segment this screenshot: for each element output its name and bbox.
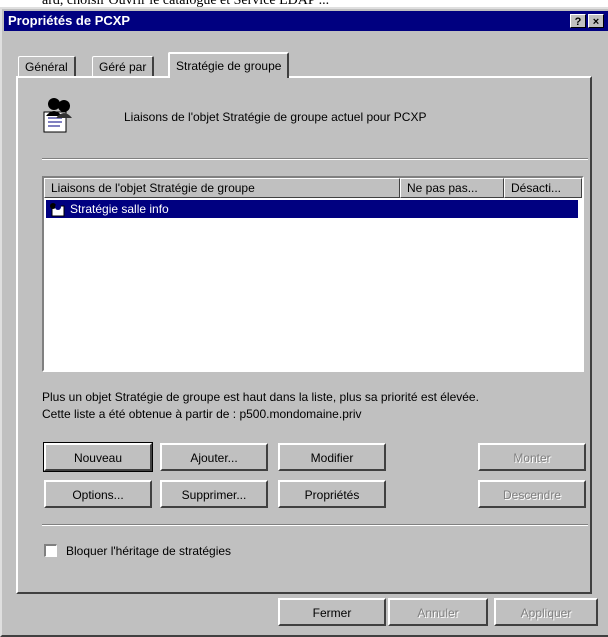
options-button-label: Options... xyxy=(72,488,124,502)
add-button[interactable]: Ajouter... xyxy=(160,443,268,471)
tab-general[interactable]: Général xyxy=(18,56,76,78)
separator-bottom xyxy=(42,524,588,526)
delete-button[interactable]: Supprimer... xyxy=(160,480,268,508)
tab-group-policy-label: Stratégie de groupe xyxy=(176,59,282,73)
move-down-button-label: Descendre xyxy=(502,488,562,502)
column-header-no-override[interactable]: Ne pas pas... xyxy=(400,178,504,198)
move-up-button-label: Monter xyxy=(513,451,551,465)
new-button-label: Nouveau xyxy=(73,451,123,465)
close-window-button[interactable]: × xyxy=(588,14,604,28)
list-item[interactable]: Stratégie salle info xyxy=(46,200,578,218)
cancel-button[interactable]: Annuler xyxy=(388,598,488,626)
move-down-button[interactable]: Descendre xyxy=(478,480,586,508)
edit-button-label: Modifier xyxy=(310,451,354,465)
tab-general-label: Général xyxy=(25,60,68,74)
gpo-link-icon xyxy=(50,203,65,217)
cancel-button-label: Annuler xyxy=(417,606,459,620)
tab-group-policy[interactable]: Stratégie de groupe xyxy=(168,52,290,78)
window-title: Propriétés de PCXP xyxy=(8,13,131,28)
list-item-name: Stratégie salle info xyxy=(70,202,169,216)
tab-managed-by[interactable]: Géré par xyxy=(92,56,155,78)
close-button[interactable]: Fermer xyxy=(278,598,386,626)
options-button[interactable]: Options... xyxy=(44,480,152,508)
block-inheritance-label[interactable]: Bloquer l'héritage de stratégies xyxy=(66,544,231,558)
separator-top xyxy=(42,158,588,160)
header-description: Liaisons de l'objet Stratégie de groupe … xyxy=(124,110,427,124)
block-inheritance-checkbox[interactable] xyxy=(44,544,57,557)
gpo-links-list[interactable]: Liaisons de l'objet Stratégie de groupe … xyxy=(42,176,584,372)
tab-managed-by-label: Géré par xyxy=(99,60,147,74)
source-info-text: Cette liste a été obtenue à partir de : … xyxy=(42,407,362,421)
apply-button[interactable]: Appliquer xyxy=(494,598,598,626)
edit-button[interactable]: Modifier xyxy=(278,443,386,471)
priority-info-text: Plus un objet Stratégie de groupe est ha… xyxy=(42,390,479,404)
add-button-label: Ajouter... xyxy=(190,451,238,465)
move-up-button[interactable]: Monter xyxy=(478,443,586,471)
column-header-links[interactable]: Liaisons de l'objet Stratégie de groupe xyxy=(44,178,400,198)
delete-button-label: Supprimer... xyxy=(181,488,247,502)
apply-button-label: Appliquer xyxy=(520,606,572,620)
column-header-disabled[interactable]: Désacti... xyxy=(504,178,582,198)
properties-button[interactable]: Propriétés xyxy=(278,480,386,508)
title-bar: Propriétés de PCXP ? × xyxy=(4,11,608,31)
close-button-label: Fermer xyxy=(312,606,352,620)
help-button[interactable]: ? xyxy=(570,14,586,28)
group-policy-icon xyxy=(43,98,72,133)
properties-button-label: Propriétés xyxy=(304,488,360,502)
new-button[interactable]: Nouveau xyxy=(43,442,153,472)
